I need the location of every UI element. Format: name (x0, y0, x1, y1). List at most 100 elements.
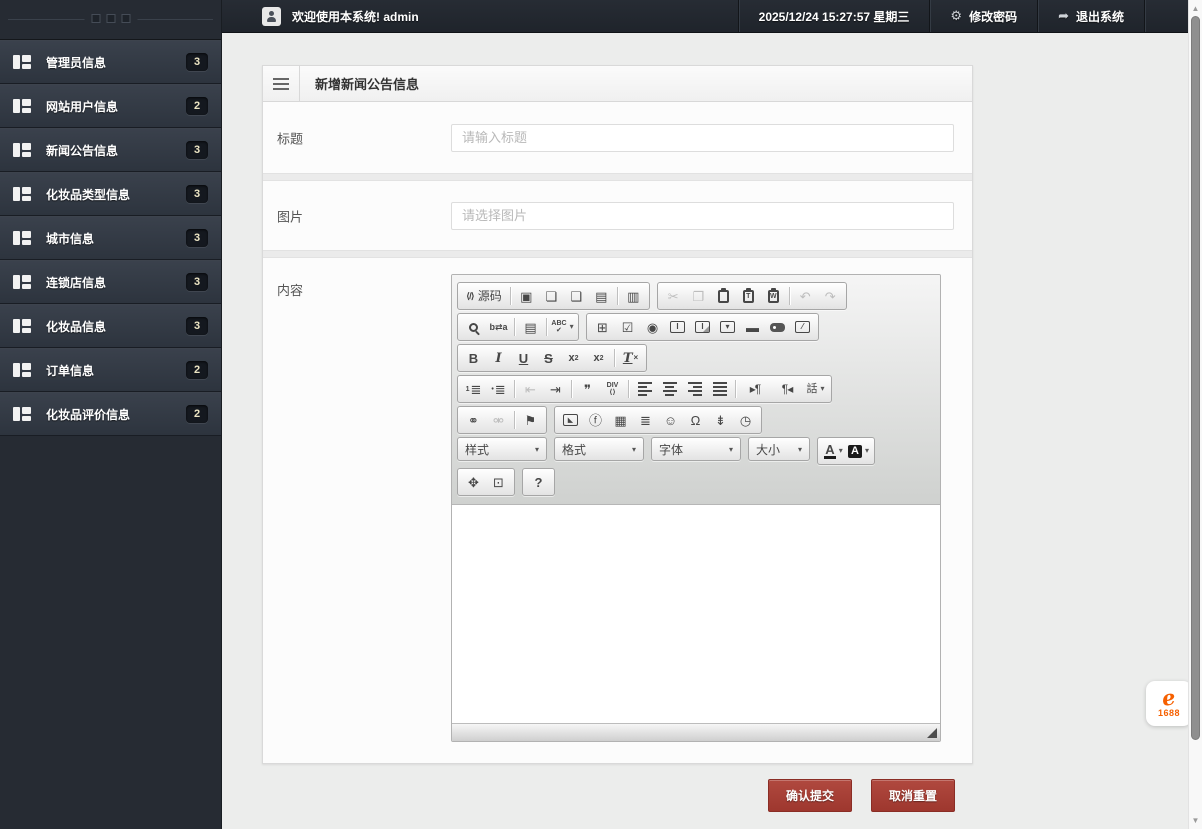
sidebar-item-8[interactable]: 订单信息2 (0, 348, 221, 392)
sidebar-item-4[interactable]: 化妆品类型信息3 (0, 172, 221, 216)
button-field-button[interactable]: ▬ (740, 316, 765, 338)
new-page-button[interactable]: ❏ (539, 285, 564, 307)
subscript-button[interactable]: x2 (561, 347, 586, 369)
cut-button[interactable]: ✂ (661, 285, 686, 307)
undo-button[interactable]: ↶ (793, 285, 818, 307)
image-button[interactable]: ◣ (558, 409, 583, 431)
editor-content[interactable] (452, 505, 940, 723)
toolbar-group: ⊞☑◉II▾▬⁄ (586, 313, 819, 341)
bulleted-list-button[interactable]: •≣ (486, 378, 511, 400)
superscript-button[interactable]: x2 (586, 347, 611, 369)
selection-field-button[interactable]: ▾ (715, 316, 740, 338)
bold-button[interactable]: B (461, 347, 486, 369)
format-dropdown[interactable]: 格式▾ (554, 437, 644, 461)
save-button[interactable]: ▣ (514, 285, 539, 307)
div-container-button[interactable]: DIV⟨⟩ (600, 378, 625, 400)
reset-button[interactable]: 取消重置 (871, 779, 955, 812)
show-blocks-button[interactable]: ⊡ (486, 471, 511, 493)
remove-format-button[interactable]: T× (618, 347, 643, 369)
sidebar-item-6[interactable]: 连锁店信息3 (0, 260, 221, 304)
logout-button[interactable]: ➦ 退出系统 (1037, 0, 1144, 32)
horizontal-rule-button[interactable]: ≣ (633, 409, 658, 431)
print-button[interactable]: ▤ (589, 285, 614, 307)
redo-button[interactable]: ↷ (818, 285, 843, 307)
language-button[interactable]: 話▾ (803, 378, 828, 400)
checkbox-button[interactable]: ☑ (615, 316, 640, 338)
table-button[interactable]: ▦ (608, 409, 633, 431)
sidebar-item-3[interactable]: 新闻公告信息3 (0, 128, 221, 172)
underline-button[interactable]: U (511, 347, 536, 369)
special-character-button[interactable]: Ω (683, 409, 708, 431)
increase-indent-button[interactable]: ⇥ (543, 378, 568, 400)
background-color-button[interactable]: A▾ (846, 440, 871, 462)
change-password-label: 修改密码 (969, 8, 1017, 25)
grid-icon (13, 319, 31, 333)
sidebar-menu: 管理员信息3网站用户信息2新闻公告信息3化妆品类型信息3城市信息3连锁店信息3化… (0, 40, 221, 436)
find-button[interactable] (461, 316, 486, 338)
paste-from-word-button[interactable]: W (761, 285, 786, 307)
replace-button[interactable]: b⇄a (486, 316, 511, 338)
scroll-down-icon[interactable]: ▼ (1189, 816, 1202, 825)
paste-plain-text-button[interactable]: T (736, 285, 761, 307)
flash-button[interactable]: ⓕ (583, 409, 608, 431)
scroll-up-icon[interactable]: ▲ (1189, 4, 1202, 13)
text-direction-ltr-button[interactable]: ▸¶ (739, 378, 771, 400)
styles-dropdown[interactable]: 样式▾ (457, 437, 547, 461)
chevron-down-icon: ▾ (865, 447, 869, 455)
hidden-field-button[interactable]: ⁄ (790, 316, 815, 338)
align-right-button[interactable] (682, 378, 707, 400)
text-color-button[interactable]: A▾ (821, 440, 846, 462)
spell-check-button[interactable]: ABC✔▾ (550, 316, 575, 338)
align-justify-button[interactable] (707, 378, 732, 400)
text-direction-rtl-button[interactable]: ¶◂ (771, 378, 803, 400)
hamburger-icon[interactable] (263, 66, 300, 101)
change-password-button[interactable]: ⚙ 修改密码 (929, 0, 1037, 32)
templates-button[interactable]: ▥ (621, 285, 646, 307)
decrease-indent-button[interactable]: ⇤ (518, 378, 543, 400)
copy-button[interactable]: ❐ (686, 285, 711, 307)
sidebar-item-2[interactable]: 网站用户信息2 (0, 84, 221, 128)
blockquote-button[interactable]: ❞ (575, 378, 600, 400)
scrollbar-thumb[interactable] (1191, 16, 1200, 740)
iframe-button[interactable]: ◷ (733, 409, 758, 431)
resize-handle-icon[interactable] (927, 728, 937, 738)
link-button[interactable]: ⚭ (461, 409, 486, 431)
toolbar-separator (628, 380, 629, 398)
smiley-button[interactable]: ☺ (658, 409, 683, 431)
grid-icon (13, 143, 31, 157)
align-center-button[interactable] (657, 378, 682, 400)
page-scrollbar[interactable]: ▲ ▼ (1188, 0, 1202, 829)
strikethrough-button[interactable]: S (536, 347, 561, 369)
select-all-button[interactable]: ▤ (518, 316, 543, 338)
sidebar-item-7[interactable]: 化妆品信息3 (0, 304, 221, 348)
about-button[interactable]: ? (526, 471, 551, 493)
alibaba-1688-logo[interactable]: e 1688 (1146, 681, 1192, 726)
size-dropdown[interactable]: 大小▾ (748, 437, 810, 461)
anchor-button[interactable]: ⚑ (518, 409, 543, 431)
clipboard-icon: T (743, 290, 754, 303)
sidebar-item-1[interactable]: 管理员信息3 (0, 40, 221, 84)
preview-button[interactable]: ❑ (564, 285, 589, 307)
unlink-button[interactable]: ⚮ (486, 409, 511, 431)
sidebar-item-9[interactable]: 化妆品评价信息2 (0, 392, 221, 436)
maximize-button[interactable]: ✥ (461, 471, 486, 493)
title-input[interactable] (451, 124, 954, 152)
sidebar-item-5[interactable]: 城市信息3 (0, 216, 221, 260)
image-input[interactable] (451, 202, 954, 230)
form-button[interactable]: ⊞ (590, 316, 615, 338)
radio-button-button[interactable]: ◉ (640, 316, 665, 338)
textarea-button[interactable]: I (690, 316, 715, 338)
source-button[interactable]: ⟨/⟩源码 (461, 285, 507, 307)
submit-button[interactable]: 确认提交 (768, 779, 852, 812)
paste-button[interactable] (711, 285, 736, 307)
toolbar-separator (735, 380, 736, 398)
page-break-button[interactable]: ⇟ (708, 409, 733, 431)
count-badge: 3 (186, 273, 208, 291)
font-dropdown[interactable]: 字体▾ (651, 437, 741, 461)
numbered-list-button[interactable]: 1≣ (461, 378, 486, 400)
align-left-button[interactable] (632, 378, 657, 400)
sidebar-toggle-icon[interactable] (84, 14, 137, 23)
text-field-button[interactable]: I (665, 316, 690, 338)
italic-button[interactable]: I (486, 347, 511, 369)
image-button-button[interactable] (765, 316, 790, 338)
